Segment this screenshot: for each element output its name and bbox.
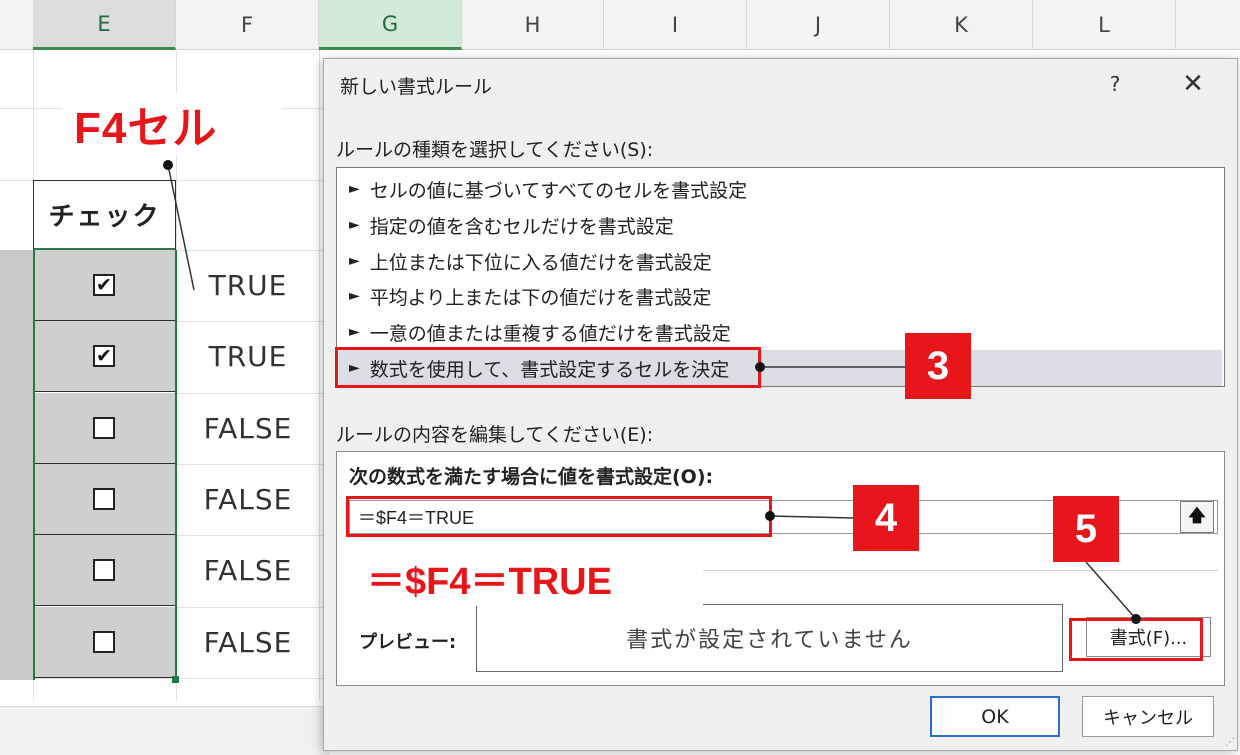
value-cell[interactable]: FALSE	[178, 393, 318, 464]
value-cell[interactable]: TRUE	[178, 321, 318, 392]
gridline	[319, 50, 320, 700]
preview-box: 書式が設定されていません	[476, 604, 1063, 672]
formula-label: 次の数式を満たす場合に値を書式設定(O):	[349, 466, 714, 488]
rule-type-label: ルールの種類を選択してください(S):	[336, 139, 654, 161]
cancel-button[interactable]: キャンセル	[1082, 696, 1214, 737]
checkbox-cell	[33, 393, 176, 464]
column-header-e[interactable]: E	[33, 0, 176, 50]
value-cell[interactable]: TRUE	[178, 250, 318, 321]
highlight-formula-rule	[335, 347, 761, 388]
highlight-format-button	[1069, 618, 1203, 661]
rule-type-item[interactable]: ► セルの値に基づいてすべてのセルを書式設定	[339, 171, 1222, 207]
help-icon[interactable]: ?	[1100, 67, 1130, 101]
rule-marker-icon: ►	[349, 288, 360, 304]
rule-marker-icon: ►	[349, 217, 360, 233]
checkbox-cell	[33, 464, 176, 535]
selection-border-right	[175, 250, 177, 680]
selection-border-left	[33, 250, 35, 680]
rule-marker-icon: ►	[349, 253, 360, 269]
sheet-bottom-strip	[0, 706, 330, 755]
unchecked-checkbox[interactable]	[93, 631, 115, 653]
value-cell[interactable]: FALSE	[178, 535, 318, 606]
ok-button[interactable]: OK	[930, 696, 1060, 737]
callout-dot-f4	[163, 160, 173, 170]
column-headers: E F G H I J K L	[0, 0, 1240, 50]
rule-type-item[interactable]: ► 平均より上または下の値だけを書式設定	[339, 278, 1222, 314]
highlight-formula-input	[346, 496, 772, 537]
step-badge-5: 5	[1053, 496, 1119, 562]
rule-type-item[interactable]: ► 指定の値を含むセルだけを書式設定	[339, 207, 1222, 243]
checked-checkbox[interactable]: ✔	[93, 345, 115, 367]
collapse-dialog-icon[interactable]: 🡅	[1180, 501, 1214, 533]
check-header-cell[interactable]: チェック	[33, 180, 176, 250]
value-cell[interactable]: FALSE	[178, 464, 318, 535]
unchecked-checkbox[interactable]	[93, 559, 115, 581]
rule-type-label-text: 上位または下位に入る値だけを書式設定	[369, 251, 712, 274]
rule-marker-icon: ►	[349, 181, 360, 197]
checkbox-cell: ✔	[33, 321, 176, 392]
unchecked-checkbox[interactable]	[93, 488, 115, 510]
value-cell[interactable]: FALSE	[178, 607, 318, 678]
rule-type-label-text: 平均より上または下の値だけを書式設定	[369, 286, 712, 309]
dialog-title: 新しい書式ルール	[340, 76, 493, 98]
preview-label: プレビュー:	[359, 632, 457, 653]
f4-cell-callout: F4セル	[62, 92, 282, 156]
resize-grip-icon[interactable]: ⋰	[1225, 738, 1235, 748]
column-header-i[interactable]: I	[604, 0, 747, 50]
column-header-g[interactable]: G	[319, 0, 462, 50]
checkbox-cell: ✔	[33, 250, 176, 321]
column-header-l[interactable]: L	[1033, 0, 1176, 50]
rule-marker-icon: ►	[349, 324, 360, 340]
checkbox-cell	[33, 607, 176, 678]
column-header-h[interactable]: H	[462, 0, 604, 50]
rule-type-label-text: 指定の値を含むセルだけを書式設定	[369, 215, 674, 238]
unchecked-checkbox[interactable]	[93, 417, 115, 439]
column-header-j[interactable]: J	[747, 0, 890, 50]
step-badge-3: 3	[905, 333, 971, 399]
rule-type-item[interactable]: ► 上位または下位に入る値だけを書式設定	[339, 243, 1222, 279]
checked-checkbox[interactable]: ✔	[93, 274, 115, 296]
step-badge-4: 4	[853, 485, 919, 551]
rule-type-label-text: セルの値に基づいてすべてのセルを書式設定	[369, 179, 748, 202]
row-header-strip	[0, 250, 33, 680]
rule-type-item[interactable]: ► 一意の値または重複する値だけを書式設定	[339, 314, 1222, 350]
close-icon[interactable]: ✕	[1176, 67, 1210, 101]
edit-rule-label: ルールの内容を編集してください(E):	[336, 424, 654, 446]
column-header-f[interactable]: F	[176, 0, 319, 50]
column-header-k[interactable]: K	[890, 0, 1033, 50]
gridline	[0, 678, 330, 679]
checkbox-cell	[33, 535, 176, 606]
rule-type-label-text: 一意の値または重複する値だけを書式設定	[369, 322, 731, 345]
fill-handle[interactable]	[172, 676, 179, 683]
formula-callout: ＝$F4＝TRUE	[345, 548, 703, 606]
